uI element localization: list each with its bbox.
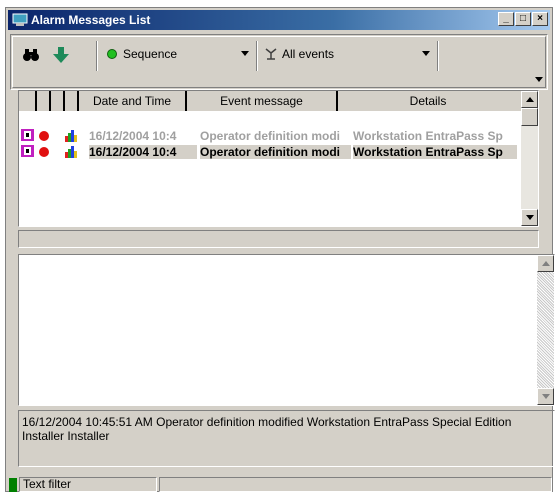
status-bar: Text filter — [6, 475, 552, 492]
alarm-messages-grid: Date and Time Event message Details 16/1… — [18, 90, 539, 227]
column-header[interactable] — [51, 91, 65, 111]
detail-vertical-scrollbar[interactable] — [537, 255, 554, 405]
events-icon — [265, 48, 277, 60]
toolbar-overflow-icon[interactable] — [535, 77, 543, 82]
arrow-up-icon — [526, 97, 534, 102]
grid-header: Date and Time Event message Details — [19, 91, 521, 111]
status-indicator-icon — [9, 478, 17, 492]
scroll-down-button[interactable] — [537, 388, 554, 405]
events-dropdown[interactable]: All events — [264, 43, 434, 65]
arrow-down-icon — [542, 394, 550, 399]
window-title: Alarm Messages List — [31, 13, 151, 27]
text-filter-status[interactable]: Text filter — [19, 477, 157, 492]
row-details: Workstation EntraPass Sp — [353, 144, 517, 159]
row-details: Workstation EntraPass Sp — [353, 128, 503, 143]
column-header-message[interactable]: Event message — [187, 91, 338, 111]
arrow-up-icon — [542, 261, 550, 266]
chevron-down-icon — [241, 51, 249, 56]
chevron-down-icon — [422, 51, 430, 56]
binoculars-icon[interactable] — [21, 45, 41, 65]
scroll-up-button[interactable] — [521, 91, 538, 108]
toolbar-separator — [256, 41, 258, 71]
status-panel — [159, 477, 552, 492]
toolbar-separator — [96, 41, 98, 71]
grid-splitter-bar[interactable] — [18, 230, 539, 248]
alarm-state-icon — [39, 146, 49, 157]
column-header[interactable] — [37, 91, 51, 111]
column-header-date[interactable]: Date and Time — [79, 91, 187, 111]
alarm-state-icon — [39, 130, 49, 141]
sequence-dropdown[interactable]: Sequence — [107, 43, 253, 65]
chart-icon — [65, 145, 77, 158]
scroll-up-button[interactable] — [537, 255, 554, 272]
alarm-messages-window: Alarm Messages List _ □ × Sequence All e… — [5, 7, 555, 492]
table-row[interactable]: 16/12/2004 10:4 Operator definition modi… — [19, 128, 517, 143]
door-icon — [21, 145, 34, 157]
row-message: Operator definition modi — [200, 144, 351, 159]
events-label: All events — [282, 47, 335, 61]
chart-icon — [65, 129, 77, 142]
close-button[interactable]: × — [532, 12, 548, 26]
sequence-label: Sequence — [123, 47, 178, 61]
row-message: Operator definition modi — [200, 128, 340, 143]
sequence-status-icon — [107, 49, 117, 59]
grid-vertical-scrollbar[interactable] — [521, 91, 538, 226]
row-date: 16/12/2004 10:4 — [89, 128, 177, 143]
title-bar[interactable]: Alarm Messages List _ □ × — [8, 10, 550, 30]
row-date: 16/12/2004 10:4 — [89, 144, 197, 159]
column-header[interactable] — [65, 91, 79, 111]
restore-button[interactable]: □ — [515, 12, 531, 26]
app-window-icon — [12, 13, 28, 26]
column-header[interactable] — [19, 91, 37, 111]
event-info-text: 16/12/2004 10:45:51 AM Operator definiti… — [18, 410, 555, 467]
arrow-down-icon[interactable] — [51, 45, 71, 65]
toolbar-separator — [437, 41, 439, 71]
arrow-down-icon — [526, 215, 534, 220]
scroll-thumb[interactable] — [521, 108, 538, 126]
toolbar: Sequence All events — [10, 34, 548, 90]
column-header-details[interactable]: Details — [338, 91, 518, 111]
door-icon — [21, 129, 34, 141]
table-row[interactable]: 16/12/2004 10:4 Operator definition modi… — [19, 144, 517, 159]
detail-pane — [18, 254, 555, 406]
scroll-down-button[interactable] — [521, 209, 538, 226]
minimize-button[interactable]: _ — [498, 12, 514, 26]
